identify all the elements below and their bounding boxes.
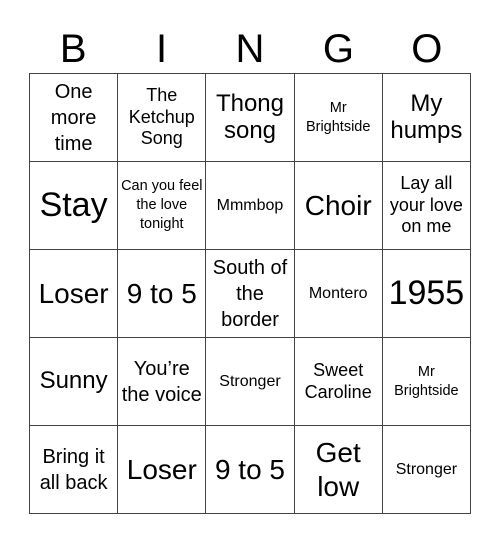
bingo-cell[interactable]: 9 to 5 <box>206 426 295 514</box>
bingo-cell[interactable]: Mmmbop <box>206 162 295 250</box>
bingo-cell[interactable]: One more time <box>30 74 119 162</box>
bingo-cell[interactable]: Mr Brightside <box>294 74 383 162</box>
bingo-cell[interactable]: Can you feel the love tonight <box>118 162 207 250</box>
bingo-cell[interactable]: Lay all your love on me <box>382 162 471 250</box>
bingo-cell[interactable]: You’re the voice <box>118 338 207 426</box>
bingo-cell[interactable]: 9 to 5 <box>118 250 207 338</box>
header-letter-i: I <box>156 27 168 71</box>
bingo-cell[interactable]: Stay <box>30 162 119 250</box>
bingo-header: B I N G O <box>29 26 471 72</box>
bingo-cell[interactable]: Get low <box>294 426 383 514</box>
bingo-cell[interactable]: Stronger <box>382 426 471 514</box>
bingo-cell[interactable]: Sweet Caroline <box>294 338 383 426</box>
bingo-cell[interactable]: Sunny <box>30 338 119 426</box>
bingo-cell[interactable]: Loser <box>118 426 207 514</box>
bingo-cell[interactable]: Thong song <box>206 74 295 162</box>
bingo-cell[interactable]: Montero <box>294 250 383 338</box>
bingo-cell[interactable]: Choir <box>294 162 383 250</box>
header-letter-g: G <box>322 27 354 71</box>
bingo-cell[interactable]: Bring it all back <box>30 426 119 514</box>
bingo-card-grid: One more time The Ketchup Song Thong son… <box>29 73 471 514</box>
bingo-cell[interactable]: My humps <box>382 74 471 162</box>
header-letter-b: B <box>59 27 87 71</box>
bingo-cell[interactable]: Loser <box>30 250 119 338</box>
header-letter-o: O <box>411 27 443 71</box>
header-letter-n: N <box>235 27 265 71</box>
bingo-cell[interactable]: 1955 <box>382 250 471 338</box>
bingo-cell[interactable]: South of the border <box>206 250 295 338</box>
bingo-cell[interactable]: Stronger <box>206 338 295 426</box>
bingo-cell[interactable]: Mr Brightside <box>382 338 471 426</box>
bingo-cell[interactable]: The Ketchup Song <box>118 74 207 162</box>
